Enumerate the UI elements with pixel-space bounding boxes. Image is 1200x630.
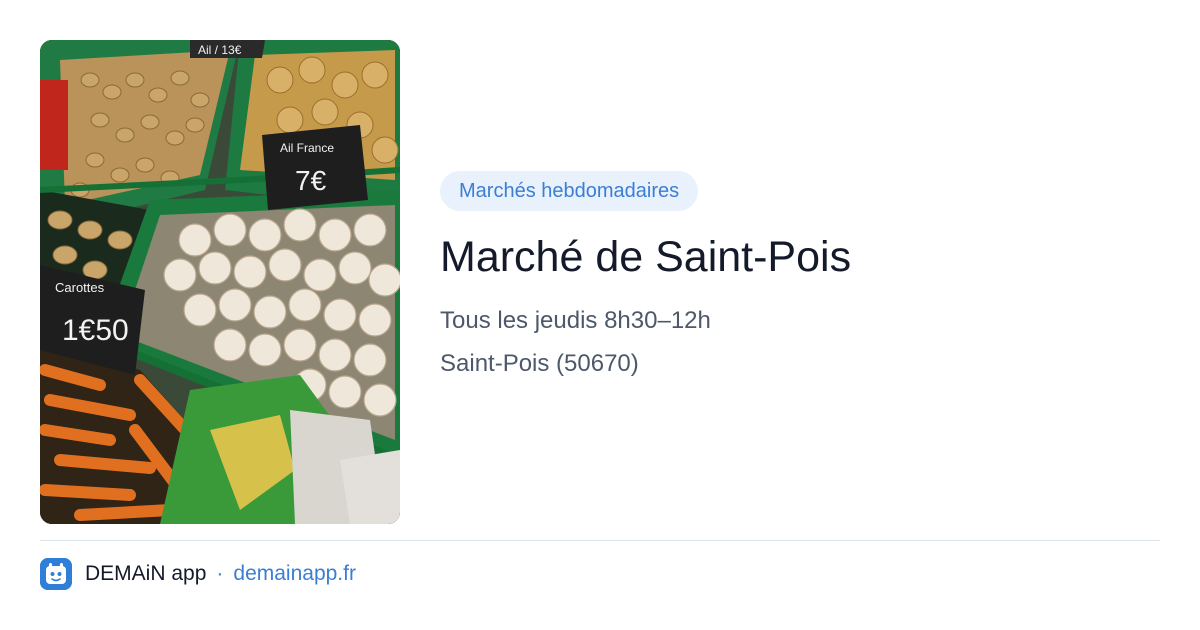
divider	[40, 540, 1160, 541]
footer-separator: ·	[216, 562, 224, 585]
demain-app-logo-icon	[40, 558, 72, 590]
market-title: Marché de Saint-Pois	[440, 233, 852, 281]
footer: DEMAiN app · demainapp.fr	[40, 558, 356, 590]
sign-text: Ail / 13€	[198, 43, 242, 57]
sign-text: Ail France	[280, 141, 334, 155]
sign-text: 7€	[295, 165, 327, 196]
sign-text: 1€50	[62, 314, 129, 347]
market-schedule: Tous les jeudis 8h30–12h	[440, 307, 711, 334]
app-name: DEMAiN app	[85, 562, 207, 585]
category-badge[interactable]: Marchés hebdomadaires	[440, 171, 699, 211]
market-location: Saint-Pois (50670)	[440, 350, 639, 377]
sign-text: Carottes	[55, 280, 105, 295]
market-photo: Ail / 13€ Ail France 7€ Carottes 1€50	[40, 40, 400, 524]
app-url-link[interactable]: demainapp.fr	[233, 562, 356, 586]
market-info: Marchés hebdomadaires Marché de Saint-Po…	[440, 171, 1160, 380]
